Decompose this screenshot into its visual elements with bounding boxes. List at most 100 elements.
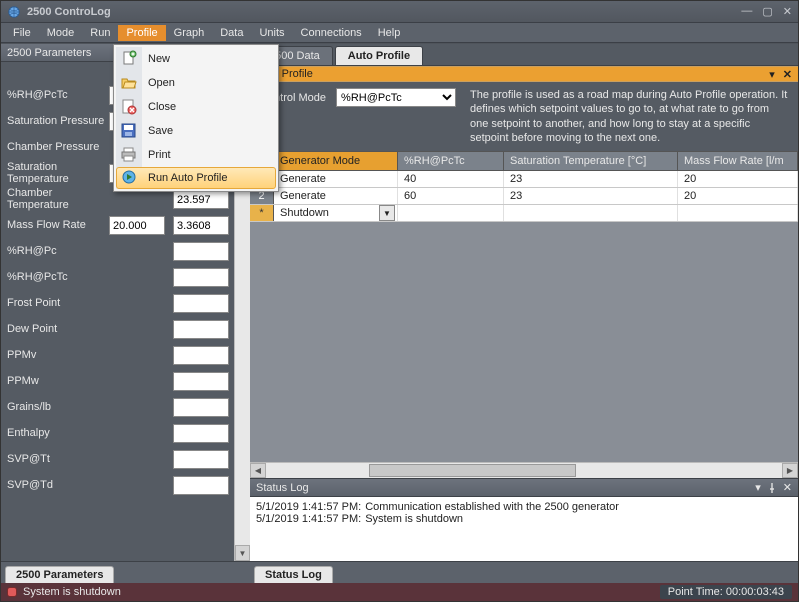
menu-item-run-auto-profile[interactable]: Run Auto Profile <box>116 167 276 189</box>
menu-file[interactable]: File <box>5 25 39 41</box>
title-bar: 2500 ControLog — ▢ ✕ <box>1 1 798 23</box>
param-input[interactable] <box>173 372 229 391</box>
cell-mode[interactable]: Generate <box>274 171 398 187</box>
grid-row[interactable]: 2 Generate 60 23 20 <box>250 188 798 205</box>
open-icon <box>120 74 138 92</box>
col-generator-mode[interactable]: Generator Mode <box>274 152 398 170</box>
cell-flow[interactable]: 20 <box>678 171 798 187</box>
combo-value: Shutdown <box>276 207 329 219</box>
scroll-right-button[interactable]: ▶ <box>782 463 798 478</box>
cell-mode-combo[interactable]: Shutdown ▼ <box>274 205 398 221</box>
param-input[interactable] <box>173 346 229 365</box>
auto-profile-titlebar: Auto Profile ▾ ✕ <box>250 66 798 82</box>
close-window-button[interactable]: ✕ <box>783 5 792 18</box>
menu-item-open[interactable]: Open <box>116 71 276 95</box>
profile-grid: Point Generator Mode %RH@PcTc Saturation… <box>250 151 798 222</box>
cell-flow[interactable]: 20 <box>678 188 798 204</box>
cell-sat[interactable] <box>504 205 678 221</box>
param-input[interactable] <box>173 242 229 261</box>
param-label: %RH@PcTc <box>7 265 107 291</box>
grid-empty-area <box>250 222 798 462</box>
save-icon <box>120 122 138 140</box>
menu-run[interactable]: Run <box>82 25 118 41</box>
cell-rh[interactable] <box>398 205 504 221</box>
param-label: Mass Flow Rate <box>7 213 107 239</box>
menu-item-print[interactable]: Print <box>116 143 276 167</box>
param-label: Saturation Pressure <box>7 109 107 135</box>
scroll-left-button[interactable]: ◀ <box>250 463 266 478</box>
scroll-track[interactable] <box>266 463 782 478</box>
col-mass-flow[interactable]: Mass Flow Rate [l/m <box>678 152 798 170</box>
cell-sat[interactable]: 23 <box>504 171 678 187</box>
cell-rh[interactable]: 40 <box>398 171 504 187</box>
log-timestamp: 5/1/2019 1:41:57 PM: <box>256 513 361 525</box>
horizontal-scrollbar[interactable]: ◀ ▶ <box>250 462 798 478</box>
minimize-button[interactable]: — <box>741 5 752 18</box>
log-message: System is shutdown <box>365 513 463 525</box>
pin-icon[interactable] <box>767 483 777 493</box>
print-icon <box>120 146 138 164</box>
panel-title: 2500 Parameters <box>7 47 91 59</box>
status-log-bottom-tabs: Status Log <box>250 561 798 583</box>
param-label: Chamber Pressure <box>7 135 107 161</box>
menu-bar: File Mode Run Profile Graph Data Units C… <box>1 23 798 43</box>
grid-row[interactable]: 1 Generate 40 23 20 <box>250 171 798 188</box>
auto-profile-close-icon[interactable]: ✕ <box>783 68 792 81</box>
row-header-new: * <box>250 205 274 221</box>
menu-profile[interactable]: Profile <box>118 25 165 41</box>
right-top-tabs: 2500 Data Auto Profile <box>250 44 798 66</box>
col-saturation-temp[interactable]: Saturation Temperature [°C] <box>504 152 678 170</box>
menu-item-label: Close <box>148 101 176 113</box>
cell-rh[interactable]: 60 <box>398 188 504 204</box>
app-window: 2500 ControLog — ▢ ✕ File Mode Run Profi… <box>0 0 799 602</box>
maximize-button[interactable]: ▢ <box>762 5 772 18</box>
panel-dropdown-icon[interactable]: ▾ <box>755 481 761 494</box>
menu-units[interactable]: Units <box>251 25 292 41</box>
param-label: PPMv <box>7 343 107 369</box>
auto-profile-dropdown-icon[interactable]: ▾ <box>769 68 775 81</box>
param-input[interactable] <box>173 268 229 287</box>
menu-connections[interactable]: Connections <box>293 25 370 41</box>
menu-graph[interactable]: Graph <box>166 25 213 41</box>
param-input[interactable] <box>173 450 229 469</box>
left-bottom-tabs: 2500 Parameters <box>1 561 250 583</box>
scroll-down-button[interactable]: ▼ <box>235 545 250 561</box>
param-input[interactable] <box>173 190 229 209</box>
param-input[interactable] <box>173 216 229 235</box>
param-label: %RH@Pc <box>7 239 107 265</box>
chevron-down-icon[interactable]: ▼ <box>379 205 395 221</box>
cell-flow[interactable] <box>678 205 798 221</box>
param-input[interactable] <box>173 424 229 443</box>
status-log-body: 5/1/2019 1:41:57 PM: Communication estab… <box>250 497 798 561</box>
cell-sat[interactable]: 23 <box>504 188 678 204</box>
window-title: 2500 ControLog <box>27 6 741 18</box>
status-bar: System is shutdown Point Time: 00:00:03:… <box>1 583 798 601</box>
param-input[interactable] <box>109 216 165 235</box>
point-timer: Point Time: 00:00:03:43 <box>660 585 792 599</box>
menu-mode[interactable]: Mode <box>39 25 83 41</box>
tab-auto-profile[interactable]: Auto Profile <box>335 46 423 65</box>
cell-mode[interactable]: Generate <box>274 188 398 204</box>
param-label: SVP@Td <box>7 473 107 499</box>
menu-item-save[interactable]: Save <box>116 119 276 143</box>
col-rh[interactable]: %RH@PcTc <box>398 152 504 170</box>
param-input[interactable] <box>173 294 229 313</box>
menu-item-close[interactable]: Close <box>116 95 276 119</box>
scroll-thumb[interactable] <box>369 464 575 477</box>
tab-2500-parameters[interactable]: 2500 Parameters <box>5 566 114 583</box>
control-mode-select[interactable]: %RH@PcTc <box>336 88 456 107</box>
grid-new-row[interactable]: * Shutdown ▼ <box>250 205 798 222</box>
status-log-header: Status Log ▾ ✕ <box>250 479 798 497</box>
run-icon <box>121 169 139 187</box>
param-input[interactable] <box>173 320 229 339</box>
panel-close-icon[interactable]: ✕ <box>783 481 792 494</box>
menu-data[interactable]: Data <box>212 25 251 41</box>
param-input[interactable] <box>173 398 229 417</box>
tab-status-log[interactable]: Status Log <box>254 566 333 583</box>
menu-help[interactable]: Help <box>370 25 409 41</box>
menu-item-label: Print <box>148 149 171 161</box>
param-label: Chamber Temperature <box>7 187 107 213</box>
new-icon <box>120 50 138 68</box>
menu-item-new[interactable]: New <box>116 47 276 71</box>
param-input[interactable] <box>173 476 229 495</box>
